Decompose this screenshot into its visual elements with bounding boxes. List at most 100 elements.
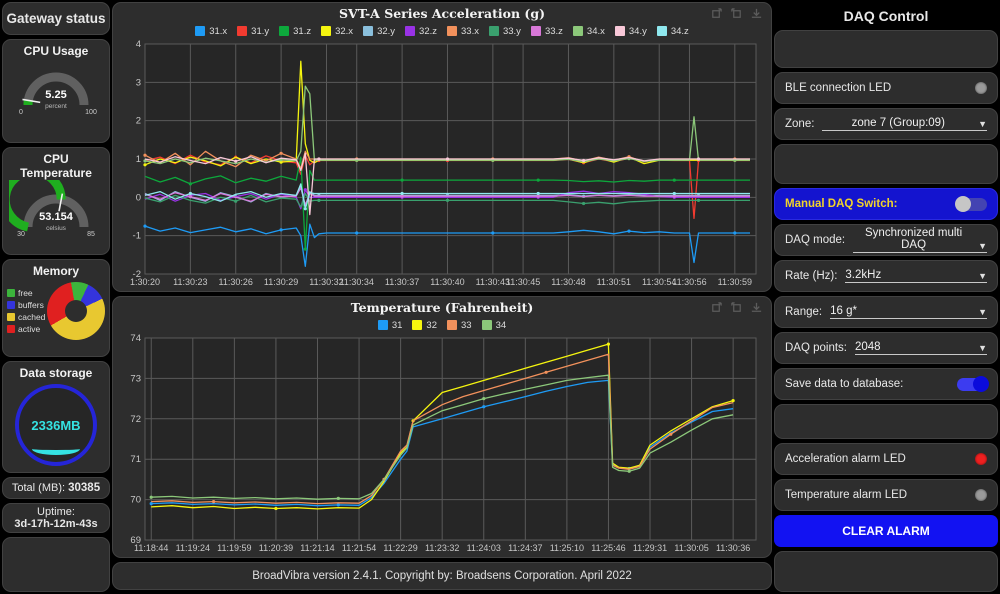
daq-empty-card-4 bbox=[774, 551, 998, 592]
cpu-temperature-title: CPU Temperature bbox=[7, 152, 105, 180]
data-storage-title: Data storage bbox=[7, 366, 105, 380]
legend-item[interactable]: 34.z bbox=[657, 26, 689, 37]
svg-text:11:23:32: 11:23:32 bbox=[425, 543, 459, 553]
legend-item[interactable]: 33.x bbox=[447, 26, 479, 37]
acceleration-alarm-row: Acceleration alarm LED bbox=[774, 443, 998, 475]
daq-mode-dropdown[interactable]: Synchronized multi DAQ ▼ bbox=[853, 227, 987, 253]
temperature-alarm-row: Temperature alarm LED bbox=[774, 479, 998, 511]
svg-text:11:30:23: 11:30:23 bbox=[173, 277, 207, 287]
total-mb-value: 30385 bbox=[68, 482, 100, 494]
save-database-row: Save data to database: bbox=[774, 368, 998, 400]
daq-mode-value: Synchronized multi DAQ bbox=[853, 227, 974, 251]
ble-connection-label: BLE connection LED bbox=[785, 82, 891, 94]
snapshot-icon[interactable] bbox=[710, 301, 723, 314]
download-icon[interactable] bbox=[750, 301, 763, 314]
svg-text:11:30:26: 11:30:26 bbox=[219, 277, 253, 287]
legend-item[interactable]: 31.z bbox=[279, 26, 311, 37]
manual-daq-switch-toggle[interactable] bbox=[957, 198, 987, 211]
chevron-down-icon: ▼ bbox=[978, 271, 987, 281]
memory-legend-item: free bbox=[7, 288, 45, 298]
download-icon[interactable] bbox=[750, 7, 763, 20]
svg-text:11:24:03: 11:24:03 bbox=[467, 543, 501, 553]
svg-text:11:24:37: 11:24:37 bbox=[508, 543, 542, 553]
cpu-usage-card: CPU Usage 5.25percent0100 bbox=[2, 39, 110, 143]
legend-item[interactable]: 31 bbox=[378, 320, 403, 331]
range-value: 16 g* bbox=[830, 305, 974, 317]
footer-text: BroadVibra version 2.4.1. Copyright by: … bbox=[252, 570, 632, 582]
reset-axes-icon[interactable] bbox=[730, 7, 743, 20]
legend-item[interactable]: 31.y bbox=[237, 26, 269, 37]
acceleration-plot[interactable]: -2-1012341:30:2011:30:2311:30:2611:30:29… bbox=[119, 39, 765, 289]
uptime-label: Uptime: bbox=[37, 506, 75, 518]
svg-text:11:25:46: 11:25:46 bbox=[591, 543, 625, 553]
left-empty-card bbox=[2, 537, 110, 592]
svg-text:1:30:20: 1:30:20 bbox=[130, 277, 160, 287]
svg-text:11:25:10: 11:25:10 bbox=[550, 543, 584, 553]
cpu-usage-title: CPU Usage bbox=[7, 44, 105, 58]
legend-item[interactable]: 34.x bbox=[573, 26, 605, 37]
svg-text:11:21:14: 11:21:14 bbox=[300, 543, 334, 553]
acceleration-chart-title: SVT-A Series Acceleration (g) bbox=[119, 6, 765, 21]
daq-control-panel: DAQ Control BLE connection LED Zone: zon… bbox=[774, 2, 998, 592]
svg-text:72: 72 bbox=[130, 414, 141, 425]
legend-item[interactable]: 31.x bbox=[195, 26, 227, 37]
svg-text:celsius: celsius bbox=[46, 225, 67, 232]
reset-axes-icon[interactable] bbox=[730, 301, 743, 314]
svg-text:11:22:29: 11:22:29 bbox=[383, 543, 417, 553]
legend-item[interactable]: 32.x bbox=[321, 26, 353, 37]
svg-text:11:20:39: 11:20:39 bbox=[259, 543, 293, 553]
chevron-down-icon: ▼ bbox=[978, 241, 987, 251]
footer-bar: BroadVibra version 2.4.1. Copyright by: … bbox=[112, 562, 772, 590]
svg-text:11:21:54: 11:21:54 bbox=[342, 543, 376, 553]
memory-legend: freebufferscachedactive bbox=[7, 288, 45, 334]
legend-item[interactable]: 34.y bbox=[615, 26, 647, 37]
temperature-legend: 31 32 33 34 bbox=[119, 317, 765, 333]
legend-item[interactable]: 32.z bbox=[405, 26, 437, 37]
clear-alarm-button[interactable]: CLEAR ALARM bbox=[774, 515, 998, 547]
acceleration-chart-panel: SVT-A Series Acceleration (g) 31.x 31.y 31… bbox=[112, 2, 772, 292]
svg-text:71: 71 bbox=[130, 454, 141, 465]
range-label: Range: bbox=[785, 306, 822, 318]
save-database-toggle[interactable] bbox=[957, 378, 987, 391]
svg-text:30: 30 bbox=[17, 231, 25, 238]
daq-points-value: 2048 bbox=[855, 341, 974, 353]
daq-mode-label: DAQ mode: bbox=[785, 234, 845, 246]
legend-item[interactable]: 33 bbox=[447, 320, 472, 331]
svg-text:11:30:40: 11:30:40 bbox=[430, 277, 464, 287]
temperature-plot[interactable]: 69707172737411:18:4411:19:2411:19:5911:2… bbox=[119, 333, 765, 555]
snapshot-icon[interactable] bbox=[710, 7, 723, 20]
svg-text:0: 0 bbox=[136, 192, 141, 203]
zone-dropdown[interactable]: zone 7 (Group:09) ▼ bbox=[822, 117, 987, 131]
svg-text:0: 0 bbox=[19, 109, 23, 116]
data-storage-card: Data storage 2336MB bbox=[2, 361, 110, 473]
svg-text:11:30:37: 11:30:37 bbox=[385, 277, 419, 287]
rate-dropdown[interactable]: 3.2kHz ▼ bbox=[845, 269, 987, 283]
legend-item[interactable]: 34 bbox=[482, 320, 507, 331]
svg-text:-1: -1 bbox=[133, 231, 141, 242]
legend-item[interactable]: 32 bbox=[412, 320, 437, 331]
svg-text:11:30:34: 11:30:34 bbox=[340, 277, 374, 287]
temperature-chart-title: Temperature (Fahrenheit) bbox=[119, 300, 765, 315]
daq-empty-card-3 bbox=[774, 404, 998, 439]
acceleration-alarm-led bbox=[975, 453, 987, 465]
legend-item[interactable]: 33.z bbox=[531, 26, 563, 37]
cpu-temperature-gauge: 53.154celsius3085 bbox=[9, 180, 103, 242]
memory-legend-item: active bbox=[7, 324, 45, 334]
range-dropdown[interactable]: 16 g* ▼ bbox=[830, 305, 987, 319]
manual-daq-switch-label: Manual DAQ Switch: bbox=[785, 198, 897, 210]
legend-item[interactable]: 33.y bbox=[489, 26, 521, 37]
manual-daq-switch-row: Manual DAQ Switch: bbox=[774, 188, 998, 220]
gateway-status-panel: Gateway status CPU Usage 5.25percent0100… bbox=[2, 2, 110, 592]
memory-legend-item: cached bbox=[7, 312, 45, 322]
memory-title: Memory bbox=[7, 264, 105, 278]
save-database-label: Save data to database: bbox=[785, 378, 903, 390]
legend-item[interactable]: 32.y bbox=[363, 26, 395, 37]
chevron-down-icon: ▼ bbox=[978, 307, 987, 317]
daq-control-title: DAQ Control bbox=[774, 2, 998, 26]
temperature-alarm-led bbox=[975, 489, 987, 501]
chevron-down-icon: ▼ bbox=[978, 343, 987, 353]
zone-value: zone 7 (Group:09) bbox=[822, 117, 974, 129]
svg-text:11:19:24: 11:19:24 bbox=[176, 543, 210, 553]
svg-text:11:30:05: 11:30:05 bbox=[674, 543, 708, 553]
daq-points-dropdown[interactable]: 2048 ▼ bbox=[855, 341, 987, 355]
